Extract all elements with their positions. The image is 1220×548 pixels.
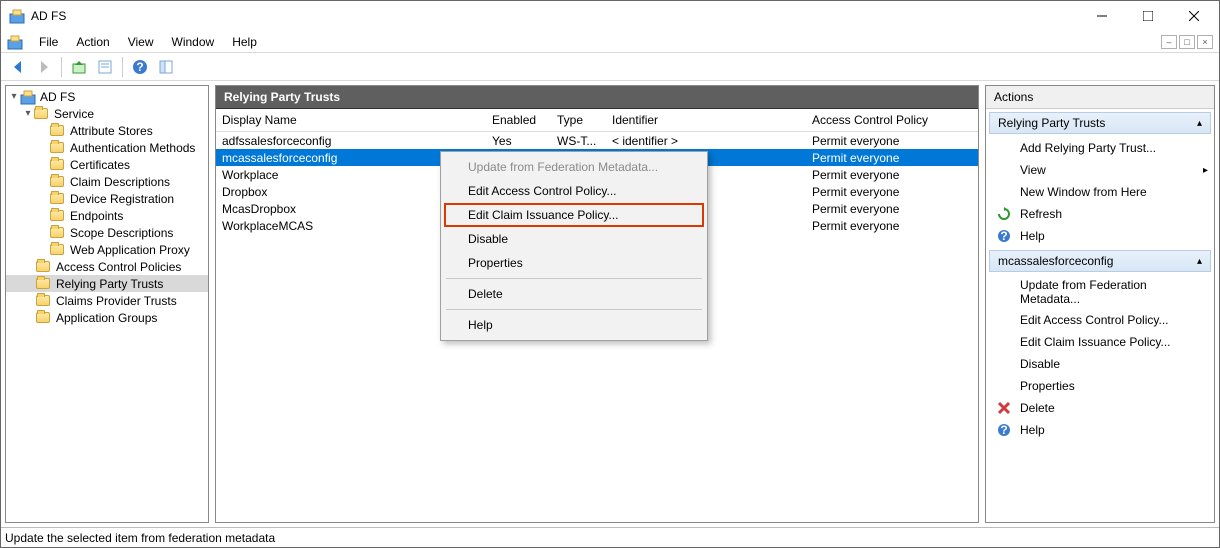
blank-icon [996,162,1012,178]
action-item[interactable]: Disable [986,353,1214,375]
action-item[interactable]: New Window from Here [986,181,1214,203]
window-controls [1079,1,1217,31]
context-menu-item[interactable]: Disable [444,227,704,251]
window-title: AD FS [31,9,1079,23]
context-menu-item[interactable]: Edit Claim Issuance Policy... [444,203,704,227]
tree-pane[interactable]: ▾AD FS▾ServiceAttribute StoresAuthentica… [5,85,209,523]
action-item[interactable]: ? Help [986,225,1214,247]
context-menu-separator [446,309,702,310]
submenu-arrow-icon: ▸ [1203,165,1208,176]
tree-item[interactable]: Relying Party Trusts [6,275,208,292]
action-item[interactable]: Update from Federation Metadata... [986,275,1214,309]
col-type[interactable]: Type [551,109,606,131]
menubar-minimize-icon[interactable]: – [1161,35,1177,49]
col-display-name[interactable]: Display Name [216,109,486,131]
tree-item[interactable]: Certificates [6,156,208,173]
action-item[interactable]: Add Relying Party Trust... [986,137,1214,159]
minimize-button[interactable] [1079,1,1125,31]
workspace: ▾AD FS▾ServiceAttribute StoresAuthentica… [1,81,1219,527]
menu-file[interactable]: File [31,33,66,51]
tree-item[interactable]: Endpoints [6,207,208,224]
action-item[interactable]: ? Help [986,419,1214,441]
maximize-button[interactable] [1125,1,1171,31]
collapse-arrow-icon[interactable]: ▴ [1197,256,1202,267]
blank-icon [996,378,1012,394]
refresh-icon [996,206,1012,222]
tree-item[interactable]: Authentication Methods [6,139,208,156]
context-menu: Update from Federation Metadata...Edit A… [440,151,708,341]
tree-item[interactable]: Attribute Stores [6,122,208,139]
center-pane-title: Relying Party Trusts [216,86,978,109]
up-button[interactable] [68,56,90,78]
col-enabled[interactable]: Enabled [486,109,551,131]
app-icon [9,8,25,24]
action-item[interactable]: Edit Access Control Policy... [986,309,1214,331]
context-menu-item[interactable]: Delete [444,282,704,306]
tree-item[interactable]: Web Application Proxy [6,241,208,258]
help-icon: ? [996,228,1012,244]
menu-help[interactable]: Help [224,33,265,51]
status-text: Update the selected item from federation… [5,531,275,545]
col-policy[interactable]: Access Control Policy [806,109,978,131]
tree-item[interactable]: Device Registration [6,190,208,207]
blank-icon [996,184,1012,200]
action-item[interactable]: View ▸ [986,159,1214,181]
help-button[interactable]: ? [129,56,151,78]
tree-item[interactable]: Access Control Policies [6,258,208,275]
action-group-relying-party[interactable]: Relying Party Trusts ▴ [989,112,1211,134]
actions-pane: Actions Relying Party Trusts ▴ Add Relyi… [985,85,1215,523]
properties-button[interactable] [94,56,116,78]
toolbar: ? [1,53,1219,81]
forward-button[interactable] [33,56,55,78]
svg-text:?: ? [1000,423,1007,437]
menu-window[interactable]: Window [164,33,223,51]
blank-icon [996,140,1012,156]
blank-icon [996,312,1012,328]
actions-header: Actions [986,86,1214,109]
menu-bar: File Action View Window Help – □ × [1,31,1219,53]
action-group-selected-item[interactable]: mcassalesforceconfig ▴ [989,250,1211,272]
menubar-close-icon[interactable]: × [1197,35,1213,49]
menubar-restore-icon[interactable]: □ [1179,35,1195,49]
tree-root[interactable]: ▾AD FS [6,88,208,105]
close-button[interactable] [1171,1,1217,31]
tree-item[interactable]: Claims Provider Trusts [6,292,208,309]
context-menu-item[interactable]: Properties [444,251,704,275]
list-header[interactable]: Display Name Enabled Type Identifier Acc… [216,109,978,132]
tree-service[interactable]: ▾Service [6,105,208,122]
action-item[interactable]: Delete [986,397,1214,419]
action-item[interactable]: Edit Claim Issuance Policy... [986,331,1214,353]
menu-action[interactable]: Action [68,33,117,51]
help-icon: ? [996,422,1012,438]
menu-view[interactable]: View [120,33,162,51]
status-bar: Update the selected item from federation… [1,527,1219,547]
toolbar-separator [122,57,123,77]
action-group-title: Relying Party Trusts [998,116,1105,130]
action-item[interactable]: Properties [986,375,1214,397]
svg-text:?: ? [1000,229,1007,243]
blank-icon [996,334,1012,350]
context-menu-item[interactable]: Help [444,313,704,337]
collapse-arrow-icon[interactable]: ▴ [1197,118,1202,129]
col-identifier[interactable]: Identifier [606,109,806,131]
tree-item[interactable]: Scope Descriptions [6,224,208,241]
blank-icon [996,356,1012,372]
delete-icon [996,400,1012,416]
list-row[interactable]: adfssalesforceconfig Yes WS-T... < ident… [216,132,978,149]
toolbar-separator [61,57,62,77]
title-bar: AD FS [1,1,1219,31]
blank-icon [996,284,1012,300]
context-menu-item[interactable]: Edit Access Control Policy... [444,179,704,203]
context-menu-separator [446,278,702,279]
context-menu-item[interactable]: Update from Federation Metadata... [444,155,704,179]
center-pane: Relying Party Trusts Display Name Enable… [215,85,979,523]
action-item[interactable]: Refresh [986,203,1214,225]
back-button[interactable] [7,56,29,78]
system-menu-icon[interactable] [7,34,23,50]
show-hide-button[interactable] [155,56,177,78]
tree-item[interactable]: Claim Descriptions [6,173,208,190]
tree-item[interactable]: Application Groups [6,309,208,326]
svg-text:?: ? [136,60,143,74]
action-group-title: mcassalesforceconfig [998,254,1113,268]
